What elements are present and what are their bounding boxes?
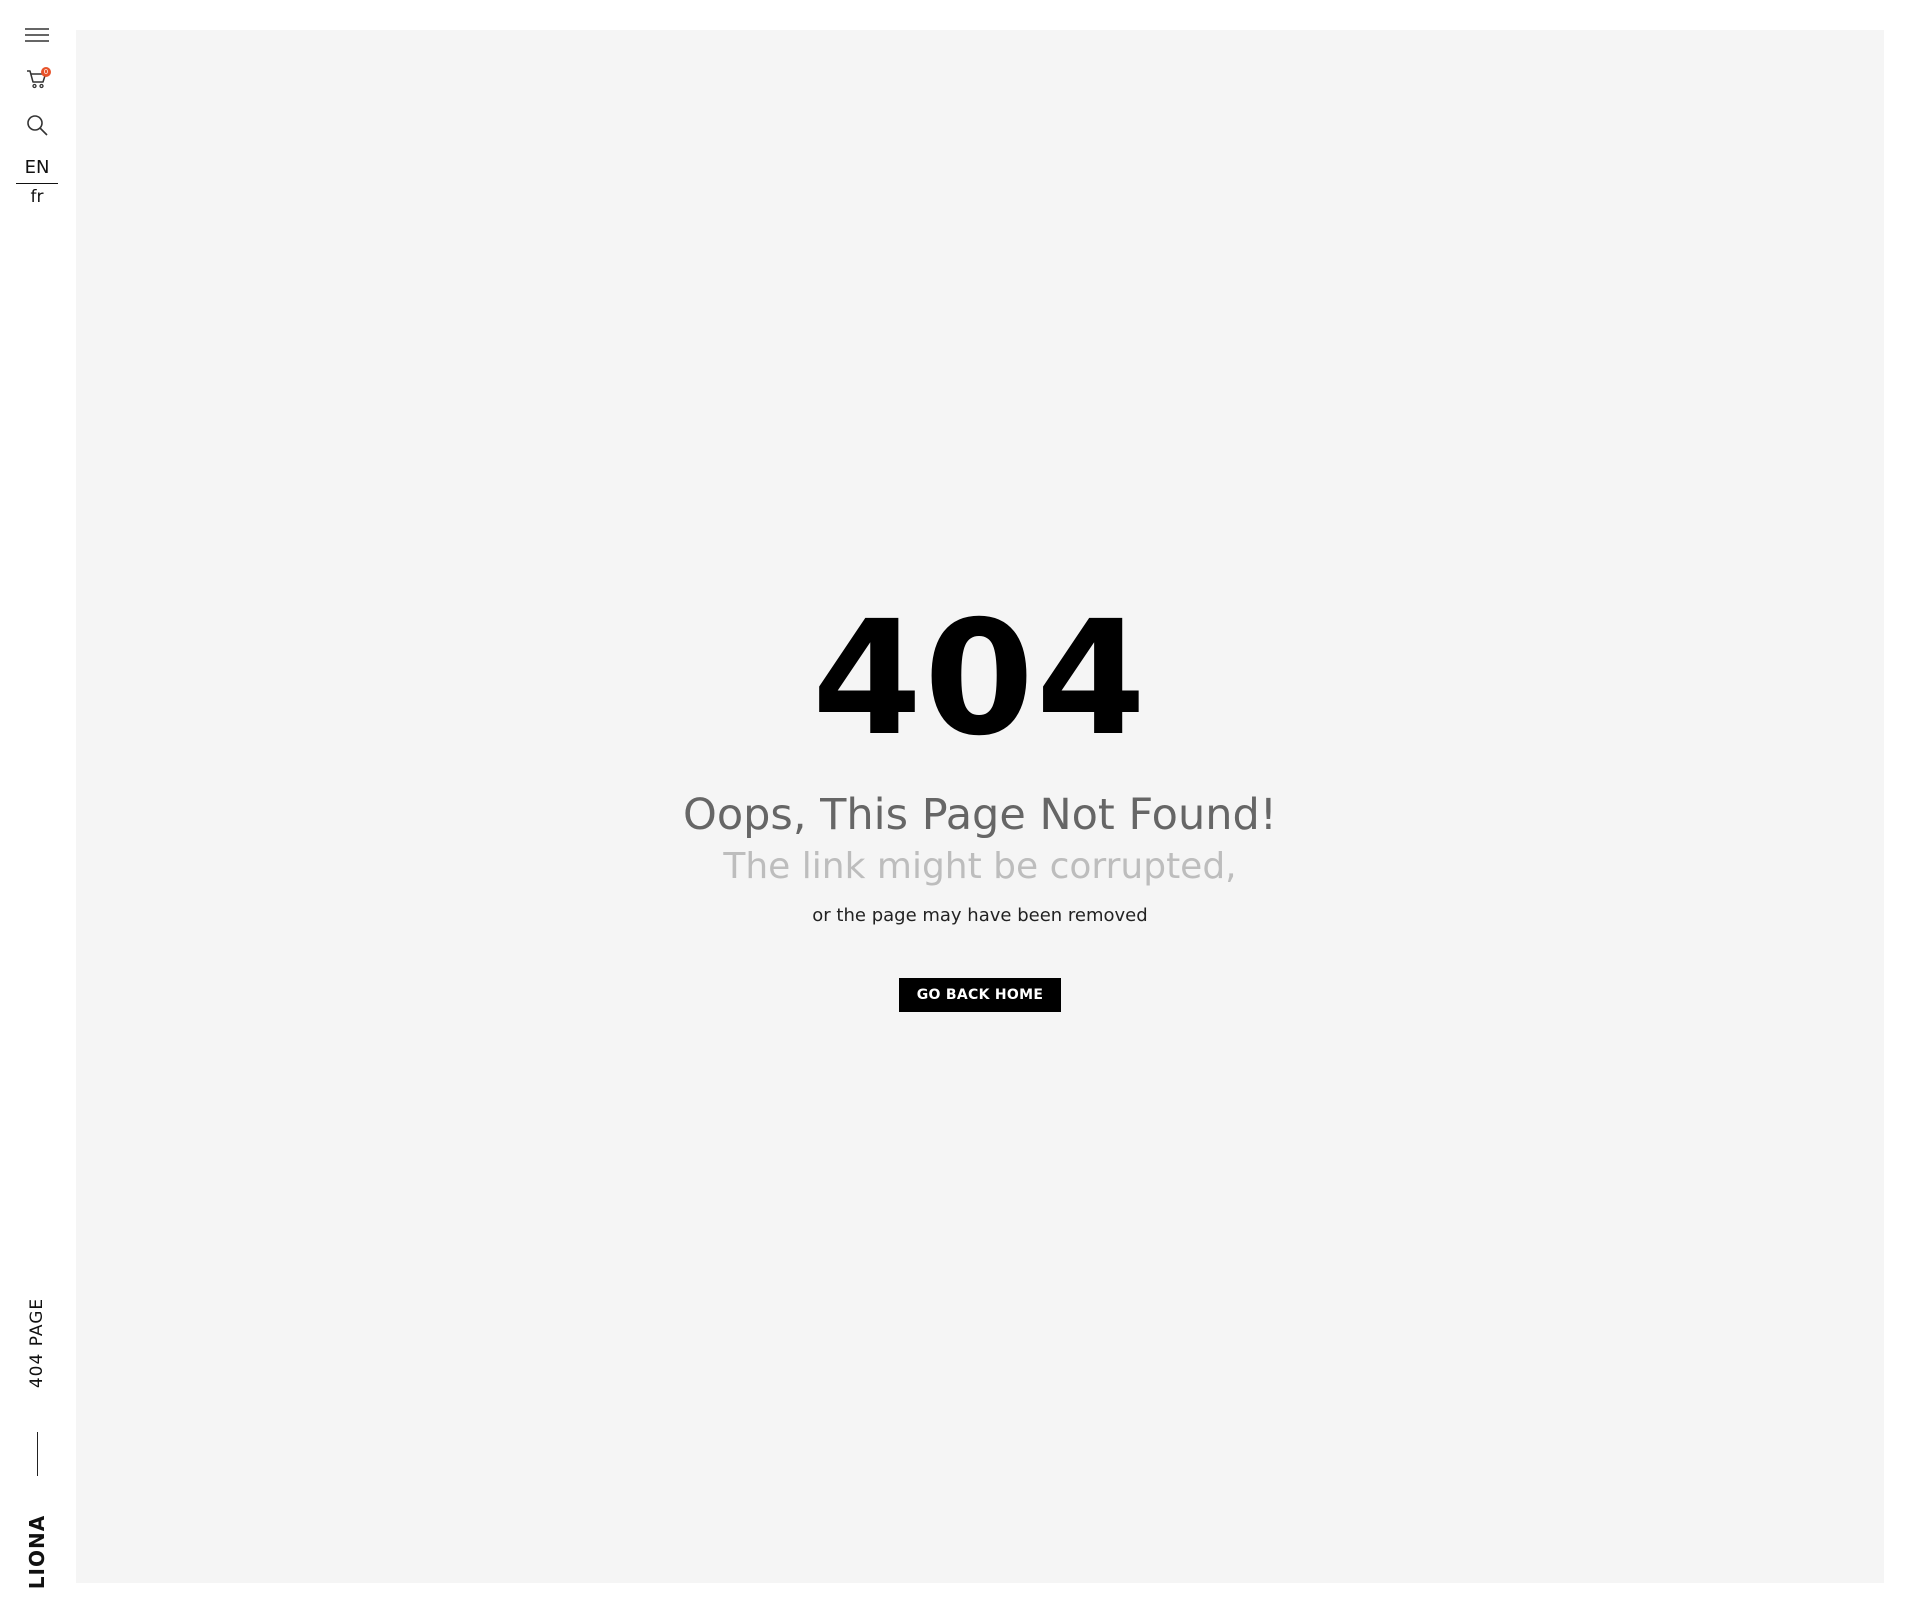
main-content: 404 Oops, This Page Not Found! The link … xyxy=(76,30,1884,1583)
error-description: or the page may have been removed xyxy=(812,904,1148,926)
hamburger-menu-icon xyxy=(24,26,50,49)
error-code: 404 xyxy=(812,587,1148,771)
search-button[interactable] xyxy=(20,110,54,144)
sidebar: 0 EN fr 404 PAGE LIONA xyxy=(0,0,76,1605)
language-en[interactable]: EN xyxy=(16,157,58,184)
error-subtitle: The link might be corrupted, xyxy=(723,846,1237,888)
menu-button[interactable] xyxy=(20,20,54,54)
search-icon xyxy=(25,113,49,142)
brand-logo[interactable]: LIONA xyxy=(25,1515,49,1589)
error-content: 404 Oops, This Page Not Found! The link … xyxy=(76,600,1884,1012)
language-fr[interactable]: fr xyxy=(16,187,58,207)
error-title: Oops, This Page Not Found! xyxy=(682,790,1278,840)
page-label: 404 PAGE xyxy=(27,1297,47,1389)
cart-button[interactable]: 0 xyxy=(20,64,54,98)
go-back-home-button[interactable]: GO BACK HOME xyxy=(898,977,1062,1012)
divider-line xyxy=(37,1432,38,1476)
cart-count-badge: 0 xyxy=(41,67,51,77)
